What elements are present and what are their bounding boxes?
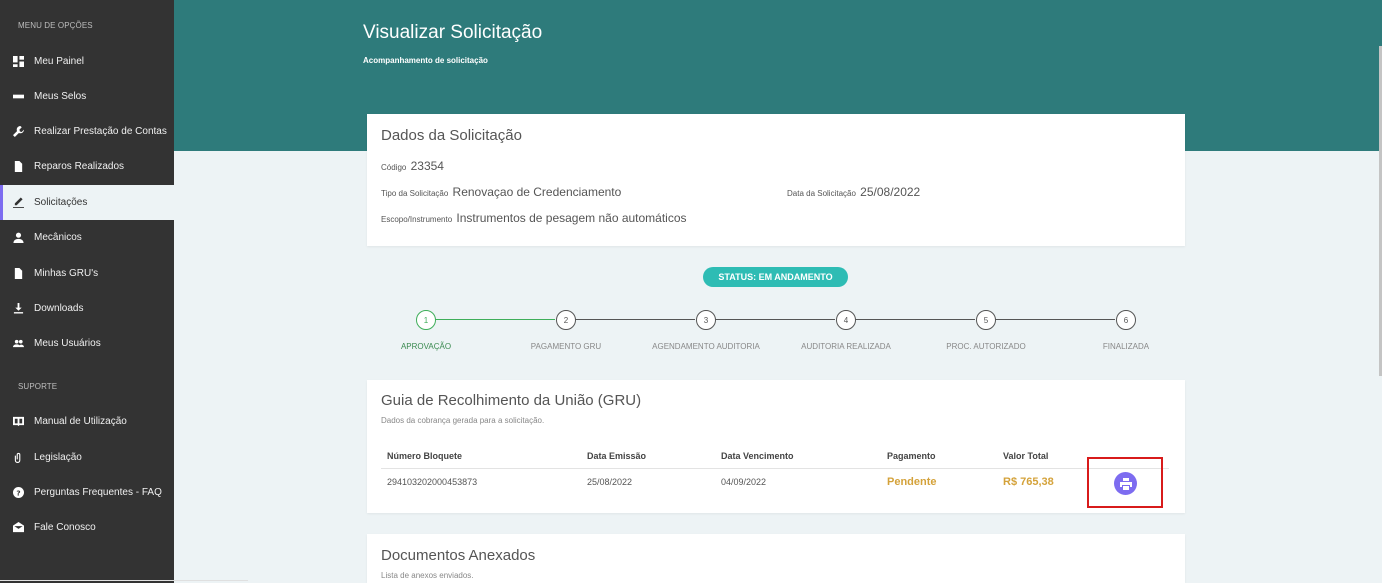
step-connector xyxy=(715,319,835,320)
step-connector xyxy=(575,319,695,320)
sidebar-item-label: Mecânicos xyxy=(34,232,82,243)
gru-subtitle: Dados da cobrança gerada para a solicita… xyxy=(381,416,545,425)
attachments-subtitle: Lista de anexos enviados. xyxy=(381,571,474,580)
help-icon: ? xyxy=(12,487,24,499)
support-section-label: SUPORTE xyxy=(18,382,58,391)
step-4-circle: 4 xyxy=(836,310,856,330)
users-icon xyxy=(12,338,24,350)
sidebar: MENU DE OPÇÕES Meu Painel Meus Selos Rea… xyxy=(0,0,248,583)
page-subtitle: Acompanhamento de solicitação xyxy=(363,56,488,65)
data-value: 25/08/2022 xyxy=(860,185,921,199)
print-icon xyxy=(1119,477,1132,490)
data-label: Data da Solicitação xyxy=(787,189,856,198)
sidebar-item-manual[interactable]: Manual de Utilização xyxy=(0,404,174,439)
sidebar-item-label: Minhas GRU's xyxy=(34,268,99,279)
sidebar-item-mecanicos[interactable]: Mecânicos xyxy=(0,220,174,255)
sidebar-item-fale-conosco[interactable]: Fale Conosco xyxy=(0,510,174,545)
sidebar-item-label: Reparos Realizados xyxy=(34,161,125,172)
codigo-value: 23354 xyxy=(410,159,444,173)
step-2-label: PAGAMENTO GRU xyxy=(530,342,602,351)
sidebar-bottom-divider xyxy=(0,580,248,581)
sidebar-item-label: Solicitações xyxy=(34,197,88,208)
attachments-title: Documentos Anexados xyxy=(381,547,536,564)
step-3-label: AGENDAMENTO AUDITORIA xyxy=(652,342,760,351)
escopo-label: Escopo/Instrumento xyxy=(381,215,453,224)
step-3-circle: 3 xyxy=(696,310,716,330)
person-icon xyxy=(12,232,24,244)
document-icon xyxy=(12,161,24,173)
sidebar-item-reparos[interactable]: Reparos Realizados xyxy=(0,149,174,184)
codigo-label: Código xyxy=(381,163,407,172)
sidebar-item-label: Downloads xyxy=(34,303,84,314)
sidebar-item-legislacao[interactable]: Legislação xyxy=(0,440,174,475)
escopo-field: Escopo/Instrumento Instrumentos de pesag… xyxy=(381,211,687,225)
step-6-circle: 6 xyxy=(1116,310,1136,330)
step-1-circle: 1 xyxy=(416,310,436,330)
col-emissao-header: Data Emissão xyxy=(587,451,647,461)
escopo-value: Instrumentos de pesagem não automáticos xyxy=(456,211,687,225)
sidebar-item-label: Manual de Utilização xyxy=(34,416,127,427)
step-connector xyxy=(855,319,975,320)
seal-icon xyxy=(12,91,24,103)
sidebar-item-meu-painel[interactable]: Meu Painel xyxy=(0,44,174,79)
sidebar-item-label: Realizar Prestação de Contas xyxy=(34,126,167,137)
status-badge: STATUS: EM ANDAMENTO xyxy=(703,267,848,287)
gru-card: Guia de Recolhimento da União (GRU) Dado… xyxy=(367,380,1185,513)
step-2-circle: 2 xyxy=(556,310,576,330)
step-connector xyxy=(435,319,555,320)
sidebar-item-solicitacoes[interactable]: Solicitações xyxy=(0,185,174,220)
tipo-field: Tipo da Solicitação Renovaçao de Credenc… xyxy=(381,185,621,199)
tipo-value: Renovaçao de Credenciamento xyxy=(452,185,622,199)
step-5-label: PROC. AUTORIZADO xyxy=(946,342,1026,351)
svg-text:?: ? xyxy=(16,488,20,497)
step-5-circle: 5 xyxy=(976,310,996,330)
sidebar-item-meus-selos[interactable]: Meus Selos xyxy=(0,79,174,114)
sidebar-item-meus-usuarios[interactable]: Meus Usuários xyxy=(0,326,174,361)
page-title: Visualizar Solicitação xyxy=(363,22,543,43)
sidebar-item-label: Meus Usuários xyxy=(34,338,101,349)
attachments-card: Documentos Anexados Lista de anexos envi… xyxy=(367,534,1185,583)
request-details-title: Dados da Solicitação xyxy=(381,127,522,144)
tipo-label: Tipo da Solicitação xyxy=(381,189,449,198)
dashboard-icon xyxy=(12,56,24,68)
mail-icon xyxy=(12,522,24,534)
print-button[interactable] xyxy=(1114,472,1137,495)
step-6-label: FINALIZADA xyxy=(1102,342,1150,351)
col-vencimento-header: Data Vencimento xyxy=(721,451,794,461)
cell-pagamento-status: Pendente xyxy=(887,476,937,488)
table-divider xyxy=(381,468,1169,469)
cell-numero: 294103202000453873 xyxy=(387,477,478,487)
cell-valor: R$ 765,38 xyxy=(1003,476,1054,488)
step-1-label: APROVAÇÃO xyxy=(400,342,452,351)
data-field: Data da Solicitação 25/08/2022 xyxy=(787,185,920,199)
clip-icon xyxy=(12,452,24,464)
sidebar-item-downloads[interactable]: Downloads xyxy=(0,291,174,326)
step-4-label: AUDITORIA REALIZADA xyxy=(801,342,891,351)
edit-icon xyxy=(12,197,24,209)
sidebar-item-label: Meu Painel xyxy=(34,56,85,67)
cell-vencimento: 04/09/2022 xyxy=(721,477,767,487)
sidebar-item-label: Meus Selos xyxy=(34,91,87,102)
sidebar-item-label: Perguntas Frequentes - FAQ xyxy=(34,487,162,498)
file-icon xyxy=(12,268,24,280)
sidebar-item-prestacao-contas[interactable]: Realizar Prestação de Contas xyxy=(0,114,174,149)
request-details-card: Dados da Solicitação xyxy=(367,114,1185,246)
col-pagamento-header: Pagamento xyxy=(887,451,936,461)
gru-title: Guia de Recolhimento da União (GRU) xyxy=(381,392,642,409)
step-connector xyxy=(995,319,1115,320)
download-icon xyxy=(12,303,24,315)
wrench-icon xyxy=(12,126,24,138)
cell-emissao: 25/08/2022 xyxy=(587,477,633,487)
col-numero-header: Número Bloquete xyxy=(387,451,463,461)
book-icon xyxy=(12,416,24,428)
col-valor-header: Valor Total xyxy=(1003,451,1049,461)
sidebar-item-faq[interactable]: ? Perguntas Frequentes - FAQ xyxy=(0,475,174,510)
menu-section-label: MENU DE OPÇÕES xyxy=(18,21,93,30)
sidebar-item-label: Fale Conosco xyxy=(34,522,96,533)
sidebar-item-label: Legislação xyxy=(34,452,82,463)
sidebar-item-minhas-grus[interactable]: Minhas GRU's xyxy=(0,256,174,291)
codigo-field: Código 23354 xyxy=(381,159,444,173)
